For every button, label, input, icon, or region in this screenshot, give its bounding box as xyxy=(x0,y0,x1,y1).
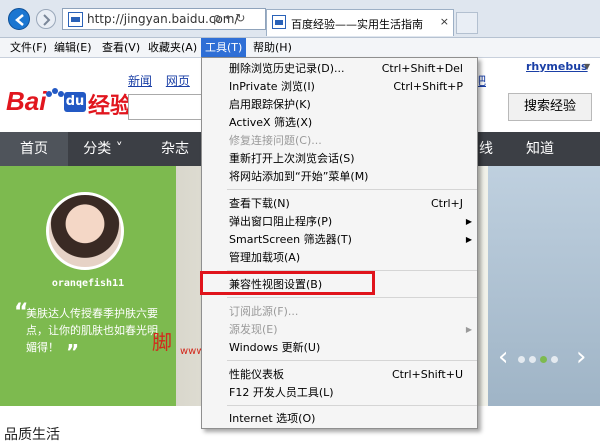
menu-item-label: 重新打开上次浏览会话(S) xyxy=(229,152,355,165)
forward-button[interactable] xyxy=(36,9,56,29)
menu-item-shortcut: Ctrl+J xyxy=(430,197,463,210)
address-bar[interactable]: http://jingyan.baidu.com/ ρ • ↻ xyxy=(62,8,266,30)
link-news[interactable]: 新闻 xyxy=(128,74,152,88)
featured-user-panel[interactable]: oranqefish11 “ 美肤达人传授春季护肤六要点，让你的肌肤也如春光明媚… xyxy=(0,166,176,406)
menu-item-label: 管理加载项(A) xyxy=(229,251,301,264)
menu-item-label: 源发现(E) xyxy=(229,323,278,336)
menu-item-label: Internet 选项(O) xyxy=(229,412,316,425)
menu-item-label: 启用跟踪保护(K) xyxy=(229,98,311,111)
menu-help[interactable]: 帮助(H) xyxy=(249,38,296,58)
browser-toolbar: http://jingyan.baidu.com/ ρ • ↻ 百度经验——实用… xyxy=(0,0,600,38)
menu-item-label: 查看下载(N) xyxy=(229,197,290,210)
menu-item-smartscreen[interactable]: SmartScreen 筛选器(T) ▶ xyxy=(202,231,477,249)
menu-item-inprivate[interactable]: InPrivate 浏览(I) Ctrl+Shift+P xyxy=(202,78,477,96)
paw-icon xyxy=(46,88,64,97)
tab-favicon-icon xyxy=(272,15,286,29)
carousel-dot[interactable] xyxy=(518,356,525,363)
submenu-arrow-icon: ▶ xyxy=(465,235,472,244)
tools-menu-dropdown: 删除浏览历史记录(D)... Ctrl+Shift+Del InPrivate 浏… xyxy=(201,57,478,429)
menu-favorites[interactable]: 收藏夹(A) xyxy=(144,38,201,58)
menu-item-label: InPrivate 浏览(I) xyxy=(229,80,315,93)
menu-item-label: 弹出窗口阻止程序(P) xyxy=(229,215,333,228)
browser-tab[interactable]: 百度经验——实用生活指南 × xyxy=(266,9,454,36)
menu-item-internet-options[interactable]: Internet 选项(O) xyxy=(202,410,477,428)
nav-home[interactable]: 首页 xyxy=(0,132,68,166)
menu-separator xyxy=(227,297,477,298)
logo-bai-text: Bai xyxy=(6,86,47,116)
menu-item-manage-addons[interactable]: 管理加载项(A) xyxy=(202,249,477,267)
tab-title: 百度经验——实用生活指南 xyxy=(291,18,423,31)
carousel-dots xyxy=(518,352,562,366)
nav-zhidao[interactable]: 知道 xyxy=(516,132,564,166)
menu-item-popup-blocker[interactable]: 弹出窗口阻止程序(P) ▶ xyxy=(202,213,477,231)
menu-item-label: ActiveX 筛选(X) xyxy=(229,116,313,129)
menu-tools[interactable]: 工具(T) xyxy=(201,38,247,58)
menu-item-f12-tools[interactable]: F12 开发人员工具(L) xyxy=(202,384,477,402)
logo-jingyan-text: 经验 xyxy=(88,94,133,119)
user-name-link[interactable]: rhymebus xyxy=(526,60,588,73)
menu-item-label: 性能仪表板 xyxy=(229,368,284,381)
logo-du-text: du xyxy=(64,92,86,112)
menu-item-delete-history[interactable]: 删除浏览历史记录(D)... Ctrl+Shift+Del xyxy=(202,60,477,78)
featured-username[interactable]: oranqefish11 xyxy=(38,278,138,289)
back-button[interactable] xyxy=(8,8,30,30)
menu-item-shortcut: Ctrl+Shift+Del xyxy=(381,62,463,75)
menu-item-label: 订阅此源(F)... xyxy=(229,305,299,318)
carousel-dot[interactable] xyxy=(529,356,536,363)
menu-item-shortcut: Ctrl+Shift+P xyxy=(393,80,463,93)
forward-arrow-icon xyxy=(43,14,51,26)
chevron-down-icon[interactable]: ▼ xyxy=(584,62,590,71)
menu-separator xyxy=(227,360,477,361)
menu-item-activex-filter[interactable]: ActiveX 筛选(X) xyxy=(202,114,477,132)
featured-quote[interactable]: 美肤达人传授春季护肤六要点，让你的肌肤也如春光明媚得！ xyxy=(26,305,158,356)
menu-item-feed-discovery: 源发现(E) ▶ xyxy=(202,321,477,339)
nav-magazine[interactable]: 杂志 xyxy=(148,132,202,166)
menu-bar: 文件(F) 编辑(E) 查看(V) 收藏夹(A) 工具(T) 帮助(H) xyxy=(0,38,600,58)
tab-close-icon[interactable]: × xyxy=(440,15,449,28)
avatar[interactable] xyxy=(46,192,124,270)
submenu-arrow-icon: ▶ xyxy=(465,217,472,226)
submenu-arrow-icon: ▶ xyxy=(465,325,472,334)
section-title: 品质生活 xyxy=(4,427,60,443)
menu-item-windows-update[interactable]: Windows 更新(U) xyxy=(202,339,477,357)
back-arrow-icon xyxy=(15,14,24,26)
carousel-prev-icon[interactable]: ‹ xyxy=(498,342,508,372)
carousel-dot[interactable] xyxy=(551,356,558,363)
menu-item-label: 将网站添加到“开始”菜单(M) xyxy=(229,170,369,183)
link-web[interactable]: 网页 xyxy=(166,74,190,88)
menu-separator xyxy=(227,189,477,190)
carousel-dot-active[interactable] xyxy=(540,356,547,363)
menu-item-shortcut: Ctrl+Shift+U xyxy=(391,368,463,381)
menu-separator xyxy=(227,405,477,406)
quote-close-icon: ” xyxy=(66,340,80,364)
menu-item-fix-connection: 修复连接问题(C)... xyxy=(202,132,477,150)
carousel-next-icon[interactable]: › xyxy=(576,342,586,372)
menu-item-label: Windows 更新(U) xyxy=(229,341,321,354)
menu-item-label: 删除浏览历史记录(D)... xyxy=(229,62,345,75)
site-favicon-icon xyxy=(68,12,83,27)
menu-item-label: 修复连接问题(C)... xyxy=(229,134,322,147)
menu-edit[interactable]: 编辑(E) xyxy=(50,38,96,58)
highlight-box xyxy=(200,271,375,295)
menu-item-label: SmartScreen 筛选器(T) xyxy=(229,233,352,246)
menu-item-add-to-start[interactable]: 将网站添加到“开始”菜单(M) xyxy=(202,168,477,186)
address-controls[interactable]: ρ • ↻ xyxy=(213,11,245,25)
search-input[interactable] xyxy=(128,94,204,120)
menu-item-view-downloads[interactable]: 查看下载(N) Ctrl+J xyxy=(202,195,477,213)
menu-view[interactable]: 查看(V) xyxy=(98,38,144,58)
nav-category[interactable]: 分类 ˅ xyxy=(72,132,134,166)
menu-item-subscribe-feed: 订阅此源(F)... xyxy=(202,303,477,321)
search-button[interactable]: 搜索经验 xyxy=(508,93,592,121)
new-tab-button[interactable] xyxy=(456,12,478,34)
menu-item-reopen-session[interactable]: 重新打开上次浏览会话(S) xyxy=(202,150,477,168)
menu-item-label: F12 开发人员工具(L) xyxy=(229,386,334,399)
menu-item-performance-dashboard[interactable]: 性能仪表板 Ctrl+Shift+U xyxy=(202,366,477,384)
menu-item-tracking-protection[interactable]: 启用跟踪保护(K) xyxy=(202,96,477,114)
nav-partial[interactable]: 线 xyxy=(476,132,496,166)
menu-file[interactable]: 文件(F) xyxy=(6,38,51,58)
